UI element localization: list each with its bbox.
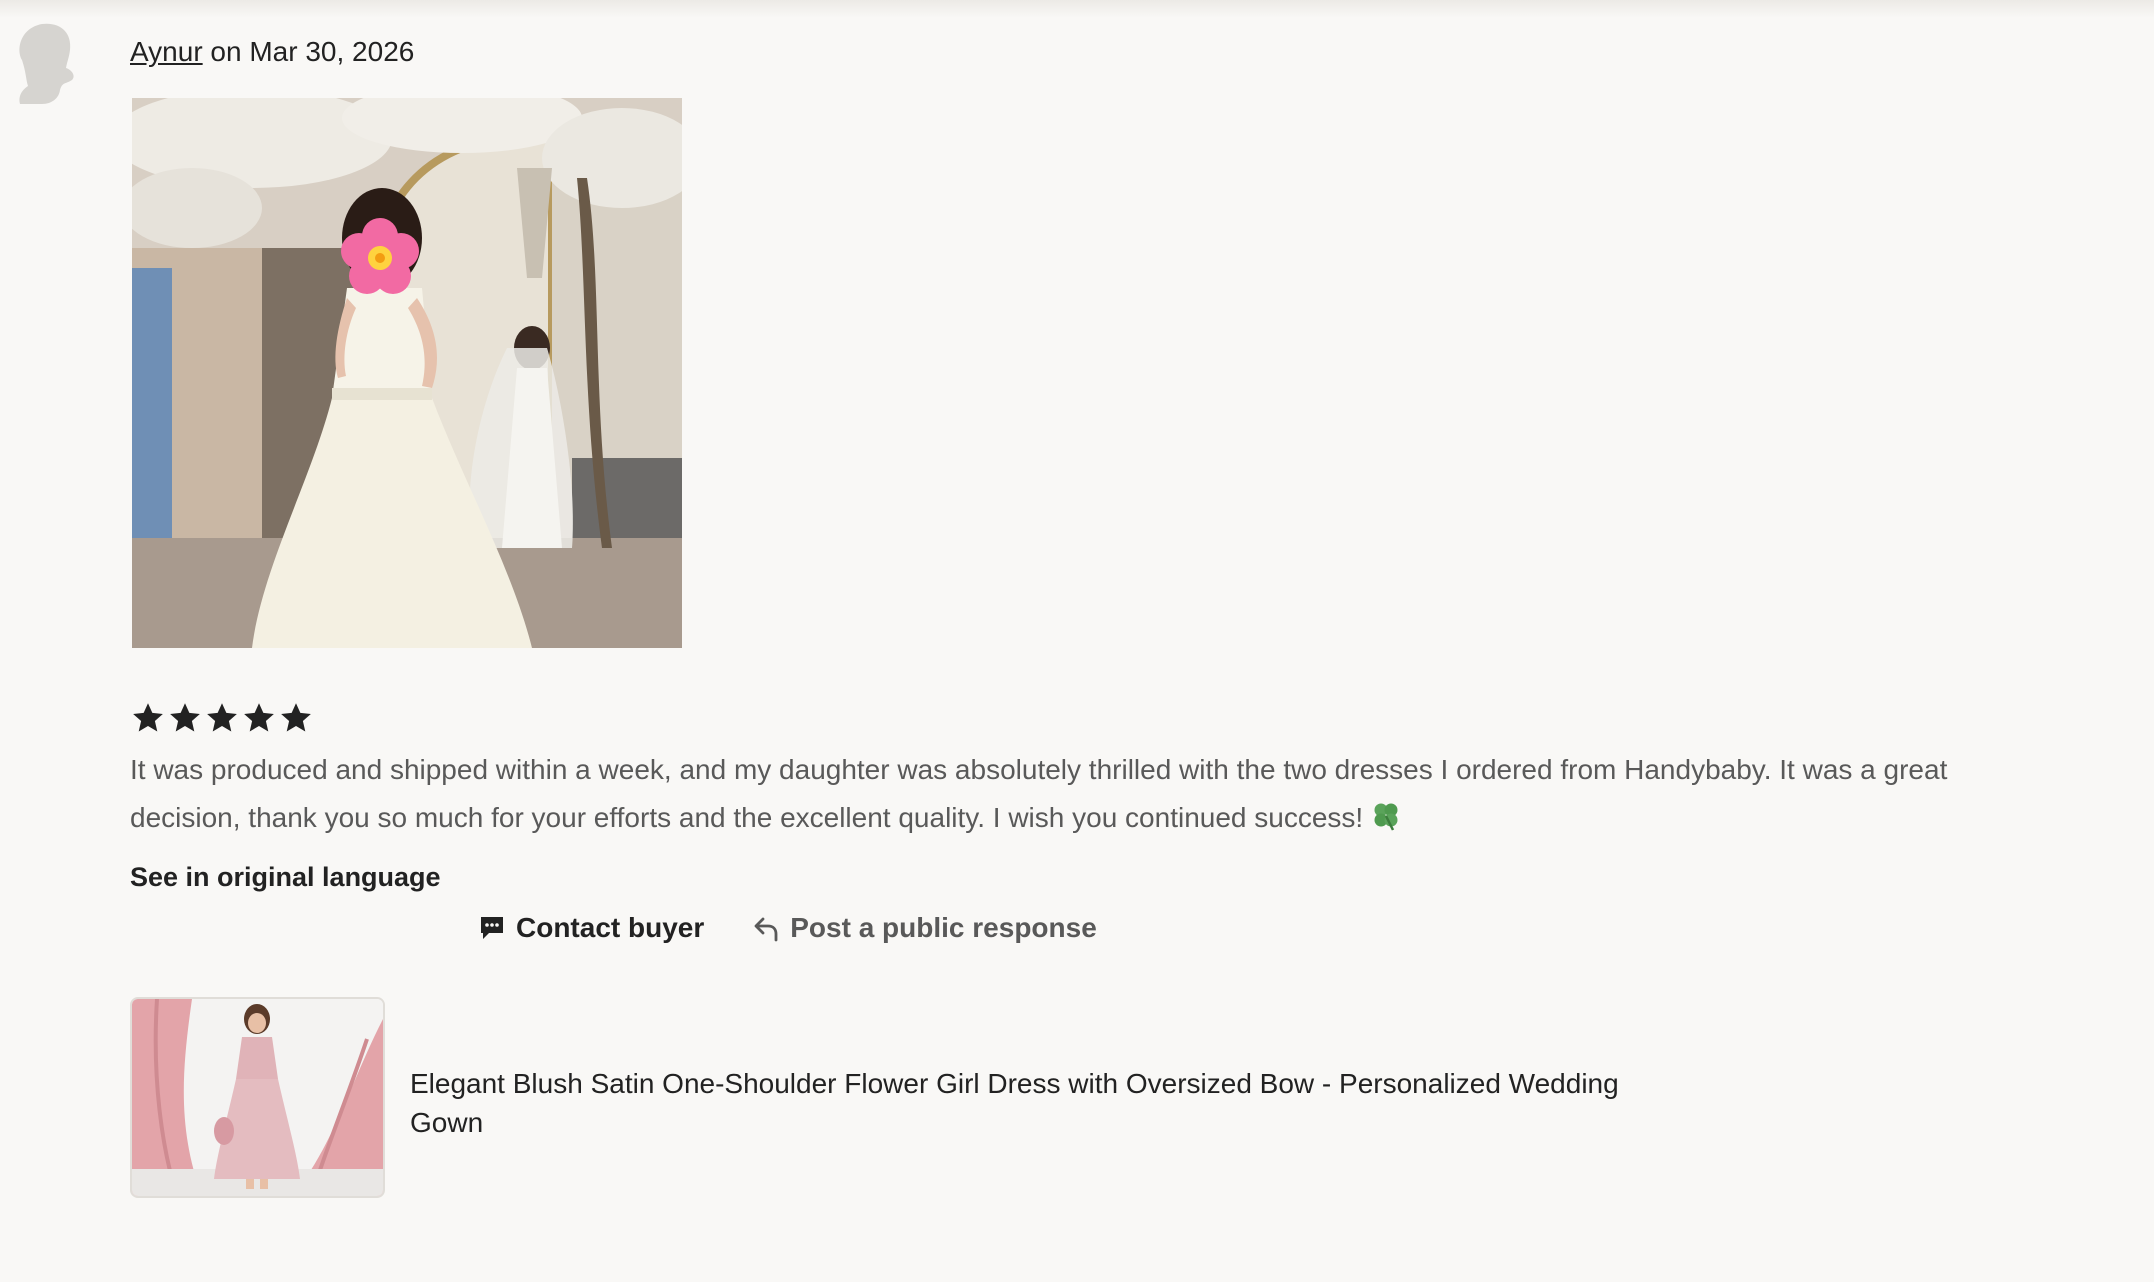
product-thumbnail[interactable] — [130, 997, 385, 1198]
review-photo[interactable] — [132, 98, 682, 648]
reviewer-line: Aynur on Mar 30, 2026 — [130, 34, 414, 70]
reviewer-avatar-icon — [12, 20, 80, 106]
star-icon — [241, 700, 277, 740]
star-icon — [204, 700, 240, 740]
star-icon — [130, 700, 166, 740]
public-response-label: Post a public response — [790, 912, 1097, 943]
star-icon — [278, 700, 314, 740]
see-original-language-link[interactable]: See in original language — [130, 862, 441, 893]
review-date: on Mar 30, 2026 — [210, 36, 415, 67]
top-shadow — [0, 0, 2154, 18]
star-icon — [167, 700, 203, 740]
contact-buyer-label: Contact buyer — [516, 912, 705, 943]
review-body: It was produced and shipped within a wee… — [130, 754, 1948, 833]
contact-buyer-button[interactable]: Contact buyer — [478, 912, 704, 944]
public-response-button[interactable]: Post a public response — [752, 912, 1097, 944]
reviewer-name-link[interactable]: Aynur — [130, 36, 203, 67]
review-text: It was produced and shipped within a wee… — [130, 746, 1990, 842]
chat-bubble-icon — [478, 914, 506, 942]
product-title-link[interactable]: Elegant Blush Satin One-Shoulder Flower … — [410, 1064, 1650, 1142]
review-actions: Contact buyer Post a public response — [478, 908, 1097, 948]
four-leaf-clover-icon — [1371, 798, 1401, 831]
reply-arrow-icon — [752, 914, 780, 942]
star-rating — [130, 700, 314, 740]
